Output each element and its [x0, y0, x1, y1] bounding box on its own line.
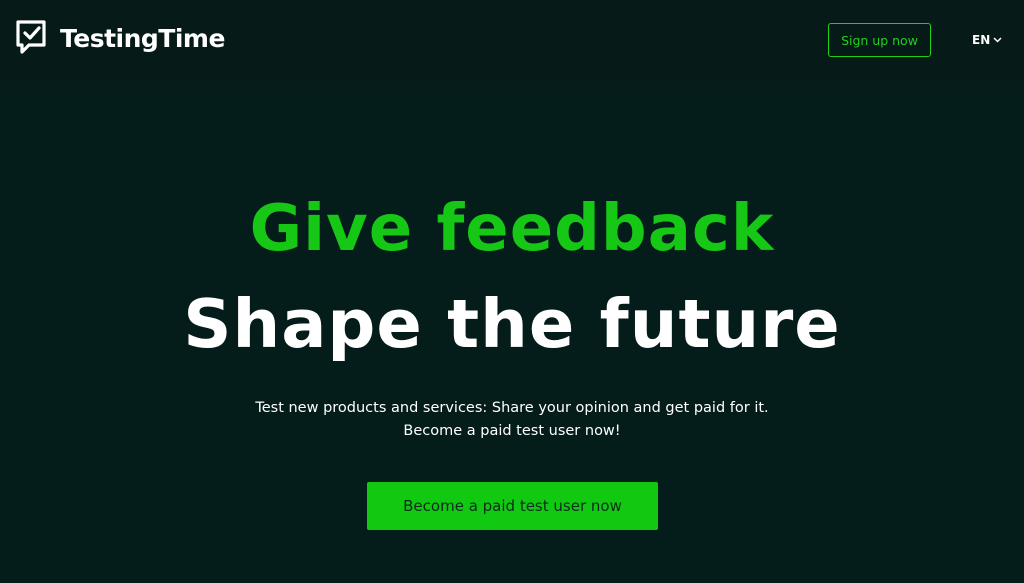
headline-secondary: Shape the future [183, 285, 841, 363]
language-selector[interactable]: EN [972, 30, 1002, 50]
chat-check-icon [16, 20, 46, 54]
signup-button[interactable]: Sign up now [828, 23, 931, 57]
become-test-user-button[interactable]: Become a paid test user now [367, 482, 658, 530]
logo-text: TestingTime [60, 24, 225, 53]
site-header: TestingTime Sign up now EN [0, 0, 1024, 81]
chevron-down-icon [993, 37, 1002, 43]
language-label: EN [972, 33, 991, 47]
logo[interactable]: TestingTime [14, 18, 225, 60]
hero-subtitle-line-1: Test new products and services: Share yo… [255, 400, 769, 416]
headline-primary: Give feedback [249, 192, 775, 266]
hero-subtitle-line-2: Become a paid test user now! [403, 423, 621, 439]
hero-section: Give feedback Shape the future Test new … [0, 81, 1024, 583]
